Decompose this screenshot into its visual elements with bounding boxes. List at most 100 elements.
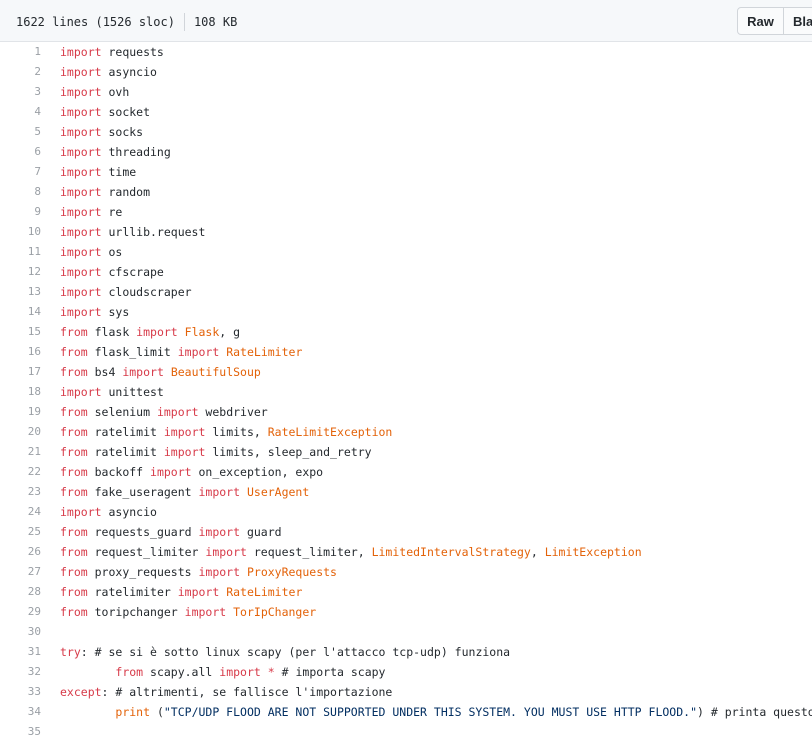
file-size: 108 KB [193, 15, 238, 29]
line-number[interactable]: 22 [0, 462, 41, 482]
code-text: import socket [60, 102, 150, 122]
code-token: bs4 [87, 365, 123, 379]
line-number[interactable]: 12 [0, 262, 41, 282]
line-number[interactable]: 7 [0, 162, 41, 182]
line-number[interactable]: 13 [0, 282, 41, 302]
line-number[interactable]: 34 [0, 702, 41, 722]
line-number[interactable]: 31 [0, 642, 41, 662]
code-line: 5 import socks [0, 122, 812, 142]
code-line: 26 from request_limiter import request_li… [0, 542, 812, 562]
code-view: 1 import requests 2 import asyncio 3 import o… [0, 42, 812, 742]
line-number[interactable]: 21 [0, 442, 41, 462]
code-token: ProxyRequests [246, 565, 337, 579]
line-number[interactable]: 29 [0, 602, 41, 622]
line-number[interactable]: 32 [0, 662, 41, 682]
code-token: unittest [101, 385, 164, 399]
line-number[interactable]: 15 [0, 322, 41, 342]
code-line: 18 import unittest [0, 382, 812, 402]
code-token: RateLimiter [226, 585, 303, 599]
code-line: 2 import asyncio [0, 62, 812, 82]
line-number[interactable]: 14 [0, 302, 41, 322]
line-number[interactable]: 23 [0, 482, 41, 502]
code-token: limits, sleep_and_retry [205, 445, 372, 459]
blame-button[interactable]: Blame [784, 7, 812, 35]
code-line: 3 import ovh [0, 82, 812, 102]
line-number[interactable]: 2 [0, 62, 41, 82]
line-number[interactable]: 30 [0, 622, 41, 642]
code-text: from bs4 import BeautifulSoup [60, 362, 261, 382]
line-number[interactable]: 25 [0, 522, 41, 542]
raw-button[interactable]: Raw [737, 7, 784, 35]
line-number[interactable]: 6 [0, 142, 41, 162]
line-number[interactable]: 35 [0, 722, 41, 742]
line-number[interactable]: 5 [0, 122, 41, 142]
code-line: 8 import random [0, 182, 812, 202]
code-text: import requests [60, 42, 164, 62]
code-token: ratelimit [87, 425, 164, 439]
line-number[interactable]: 17 [0, 362, 41, 382]
code-token: random [101, 185, 151, 199]
code-token: import [60, 305, 102, 319]
code-token: # printa questo [710, 705, 812, 719]
code-line: 9 import re [0, 202, 812, 222]
code-token: on_exception, expo [191, 465, 324, 479]
line-number[interactable]: 20 [0, 422, 41, 442]
code-line: 21 from ratelimit import limits, sleep_an… [0, 442, 812, 462]
line-number[interactable]: 27 [0, 562, 41, 582]
code-line: 12 import cfscrape [0, 262, 812, 282]
code-token: # se si è sotto linux scapy (per l'attac… [94, 645, 511, 659]
line-number[interactable]: 10 [0, 222, 41, 242]
line-number[interactable]: 26 [0, 542, 41, 562]
code-text: import threading [60, 142, 171, 162]
code-token: : [101, 685, 116, 699]
code-token: cloudscraper [101, 285, 192, 299]
line-number[interactable]: 28 [0, 582, 41, 602]
code-token: ( [150, 705, 164, 719]
code-token: import [177, 345, 220, 359]
line-number[interactable]: 3 [0, 82, 41, 102]
line-number[interactable]: 1 [0, 42, 41, 62]
code-text: from ratelimit import limits, sleep_and_… [60, 442, 372, 462]
code-token: from [60, 545, 88, 559]
code-token: request_limiter, [246, 545, 372, 559]
line-number[interactable]: 4 [0, 102, 41, 122]
code-token: import [198, 525, 241, 539]
line-number[interactable]: 24 [0, 502, 41, 522]
line-number[interactable]: 9 [0, 202, 41, 222]
line-number[interactable]: 19 [0, 402, 41, 422]
code-text: from flask import Flask, g [60, 322, 240, 342]
line-number[interactable]: 8 [0, 182, 41, 202]
code-line: 23 from fake_useragent import UserAgent [0, 482, 812, 502]
code-token: ratelimit [87, 445, 164, 459]
line-number[interactable]: 18 [0, 382, 41, 402]
code-token: from [60, 325, 88, 339]
code-token: requests [101, 45, 164, 59]
code-token: # altrimenti, se fallisce l'importazione [115, 685, 393, 699]
code-token: backoff [87, 465, 151, 479]
code-token: LimitException [544, 545, 642, 559]
code-token: UserAgent [246, 485, 310, 499]
code-line: 17 from bs4 import BeautifulSoup [0, 362, 812, 382]
code-line: 32 from scapy.all import * # importa sca… [0, 662, 812, 682]
code-text: from proxy_requests import ProxyRequests [60, 562, 337, 582]
code-token: socks [101, 125, 144, 139]
code-token: webdriver [198, 405, 268, 419]
code-text: from flask_limit import RateLimiter [60, 342, 302, 362]
code-line: 10 import urllib.request [0, 222, 812, 242]
code-token: ) [697, 705, 711, 719]
code-token: proxy_requests [87, 565, 199, 579]
line-number[interactable]: 11 [0, 242, 41, 262]
file-actions: Raw Blame [737, 7, 812, 35]
code-token: "TCP/UDP FLOOD ARE NOT SUPPORTED UNDER T… [163, 705, 697, 719]
code-token: , g [219, 325, 241, 339]
code-line: 19 from selenium import webdriver [0, 402, 812, 422]
code-token: import [60, 285, 102, 299]
line-number[interactable]: 16 [0, 342, 41, 362]
code-text: import socks [60, 122, 143, 142]
line-number[interactable]: 33 [0, 682, 41, 702]
